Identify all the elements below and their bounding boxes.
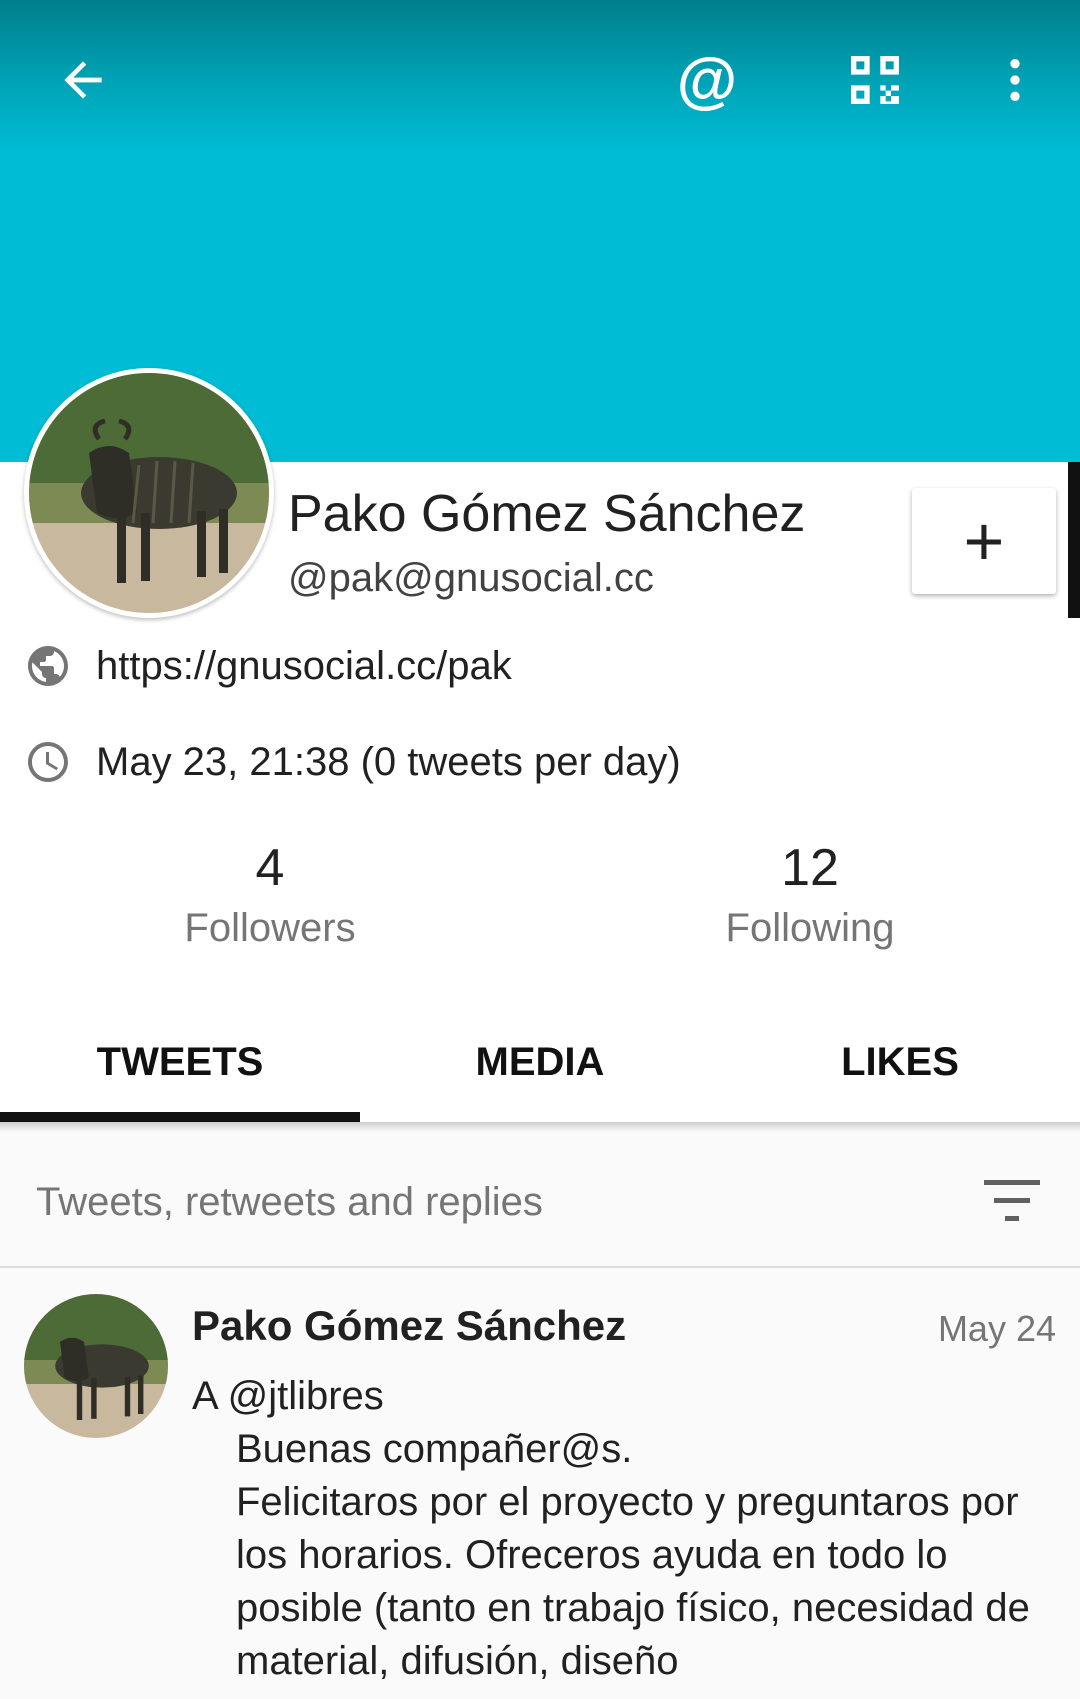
mention-button[interactable]: @ (652, 30, 762, 130)
divider (0, 1266, 1080, 1268)
more-options-button[interactable] (960, 30, 1070, 130)
globe-icon (28, 646, 68, 686)
wildebeest-photo (24, 1294, 168, 1438)
tabs-shadow (0, 1122, 1080, 1132)
back-button[interactable] (28, 30, 138, 130)
filter-label: Tweets, retweets and replies (36, 1180, 543, 1224)
profile-avatar[interactable] (24, 368, 274, 618)
following-label: Following (725, 906, 895, 950)
profile-name: Pako Gómez Sánchez (288, 485, 806, 543)
tab-media[interactable]: MEDIA (360, 1002, 720, 1122)
joined-date: May 23, 21:38 (0 tweets per day) (96, 739, 681, 784)
followers-stat[interactable]: 4 Followers (0, 838, 540, 951)
edge-bar (1068, 462, 1080, 618)
profile-tabs: TWEETS MEDIA LIKES (0, 1002, 1080, 1122)
profile-url-row[interactable]: https://gnusocial.cc/pak (24, 642, 512, 690)
filter-icon[interactable] (984, 1180, 1044, 1224)
qr-code-icon (851, 56, 899, 104)
tweet-author[interactable]: Pako Gómez Sánchez (192, 1302, 626, 1350)
tweet-line: A @jtlibres (192, 1374, 384, 1418)
tweet-line: Felicitaros por el proyecto y preguntaro… (236, 1480, 1030, 1683)
filter-bar[interactable]: Tweets, retweets and replies (0, 1132, 1080, 1266)
joined-row: May 23, 21:38 (0 tweets per day) (24, 738, 681, 786)
followers-label: Followers (184, 906, 356, 950)
tweet-date: May 24 (937, 1308, 1056, 1349)
follow-button[interactable]: + (912, 488, 1056, 594)
profile-handle: @pak@gnusocial.cc (288, 556, 654, 600)
followers-count: 4 (255, 839, 285, 897)
at-icon: @ (676, 45, 738, 115)
profile-url[interactable]: https://gnusocial.cc/pak (96, 644, 512, 689)
following-count: 12 (781, 839, 839, 897)
tab-likes[interactable]: LIKES (720, 1002, 1080, 1122)
following-stat[interactable]: 12 Following (540, 838, 1080, 951)
tweet-body[interactable]: A @jtlibres Buenas compañer@s. Felicitar… (192, 1370, 1068, 1688)
tab-tweets[interactable]: TWEETS (0, 1002, 360, 1122)
wildebeest-photo (29, 373, 269, 613)
qr-code-button[interactable] (820, 30, 930, 130)
back-arrow-icon (64, 61, 102, 99)
tweet-line: Buenas compañer@s. (236, 1427, 633, 1471)
plus-icon: + (963, 502, 1005, 580)
more-vert-icon (1010, 59, 1020, 101)
clock-icon (28, 742, 68, 782)
tweet-avatar[interactable] (24, 1294, 168, 1438)
